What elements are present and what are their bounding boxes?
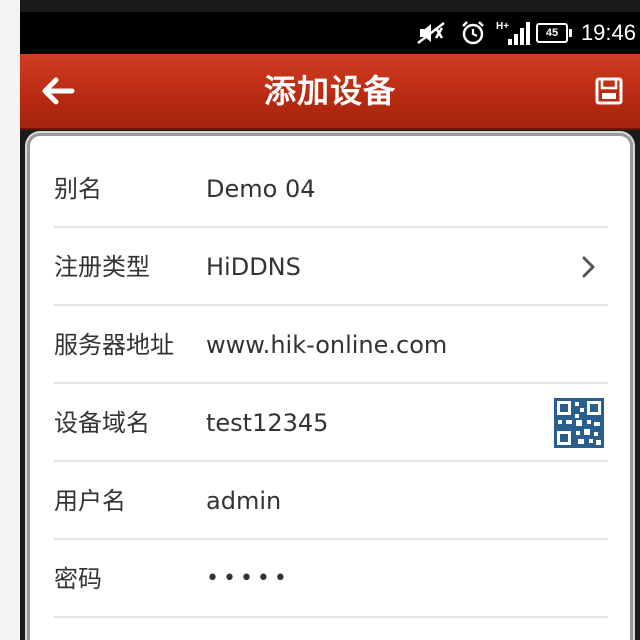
- register-type-label: 注册类型: [54, 253, 150, 281]
- register-type-value[interactable]: HiDDNS: [206, 228, 301, 306]
- server-address-label: 服务器地址: [54, 331, 174, 359]
- device-form: 别名 Demo 04 注册类型 HiDDNS 服务器地址 www.hik-onl…: [30, 136, 630, 640]
- form-row-device-domain[interactable]: 设备域名 test12345: [30, 384, 630, 462]
- save-icon: [595, 77, 623, 105]
- qr-code-icon[interactable]: [554, 398, 604, 448]
- back-button[interactable]: [40, 68, 96, 114]
- title-bar: 添加设备: [20, 54, 640, 130]
- phone-screen: H+ 45 19:46 添加设备 别名 Demo 04 注册类型 HiDDNS …: [20, 0, 640, 640]
- signal-icon: H+: [494, 12, 534, 54]
- screen-margin: [0, 0, 20, 640]
- divider: [54, 616, 608, 618]
- chevron-right-icon[interactable]: [574, 253, 602, 281]
- form-row-password[interactable]: 密码 •••••: [30, 540, 630, 618]
- alarm-icon: [460, 12, 486, 54]
- svg-text:H+: H+: [496, 21, 509, 32]
- mute-icon: [416, 12, 446, 54]
- form-row-server-address[interactable]: 服务器地址 www.hik-online.com: [30, 306, 630, 384]
- form-row-alias[interactable]: 别名 Demo 04: [30, 150, 630, 228]
- battery-icon: 45: [536, 12, 572, 54]
- status-bar: H+ 45 19:46: [20, 12, 640, 54]
- save-button[interactable]: [586, 68, 632, 114]
- back-arrow-icon: [42, 77, 75, 105]
- password-label: 密码: [54, 565, 102, 593]
- form-row-username[interactable]: 用户名 admin: [30, 462, 630, 540]
- form-row-register-type[interactable]: 注册类型 HiDDNS: [30, 228, 630, 306]
- battery-level: 45: [536, 23, 568, 43]
- username-label: 用户名: [54, 487, 126, 515]
- server-address-value[interactable]: www.hik-online.com: [206, 306, 447, 384]
- device-domain-value[interactable]: test12345: [206, 384, 328, 462]
- username-value[interactable]: admin: [206, 462, 281, 540]
- device-domain-label: 设备域名: [54, 409, 150, 437]
- alias-label: 别名: [54, 175, 102, 203]
- status-time: 19:46: [580, 20, 636, 45]
- password-value[interactable]: •••••: [206, 540, 291, 618]
- page-title: 添加设备: [263, 72, 396, 110]
- alias-value[interactable]: Demo 04: [206, 150, 315, 228]
